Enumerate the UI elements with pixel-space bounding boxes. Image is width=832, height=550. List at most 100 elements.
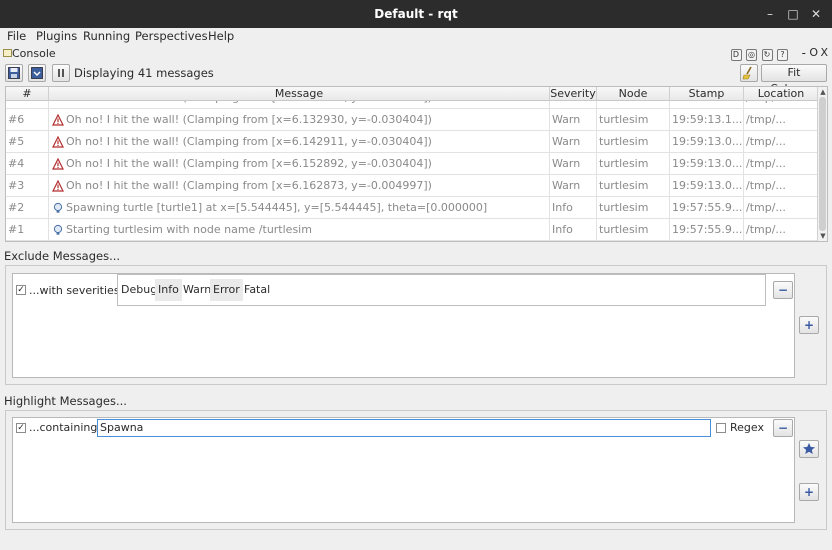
- save-button[interactable]: [5, 64, 23, 82]
- row-node: turtlesim: [597, 109, 670, 131]
- row-message: Oh no! I hit the wall! (Clamping from [x…: [49, 131, 550, 153]
- row-id: #5: [6, 131, 49, 153]
- maximize-button[interactable]: □: [785, 6, 801, 22]
- highlight-containing-checkbox[interactable]: ✓: [16, 423, 26, 433]
- row-stamp: 19:59:13.1...: [670, 101, 744, 109]
- column-header-severity[interactable]: Severity: [550, 87, 597, 101]
- menu-help[interactable]: Help: [208, 29, 234, 43]
- table-body: Oh no! I hit the wall! (Clamping from [x…: [6, 101, 818, 241]
- severity-option-info[interactable]: Info: [155, 279, 182, 301]
- row-node: turtlesim: [597, 153, 670, 175]
- close-window-button[interactable]: ✕: [808, 6, 824, 22]
- help-icon[interactable]: ?: [777, 49, 788, 61]
- severity-option-fatal[interactable]: Fatal: [241, 279, 273, 301]
- regex-checkbox[interactable]: [716, 423, 726, 433]
- row-node: turtlesim: [597, 131, 670, 153]
- menu-running[interactable]: Running: [83, 29, 130, 43]
- row-severity: Warn: [550, 175, 597, 197]
- row-message: Oh no! I hit the wall! (Clamping from [x…: [49, 175, 550, 197]
- row-message-text: Starting turtlesim with node name /turtl…: [66, 223, 312, 236]
- severity-option-debug[interactable]: Debug: [118, 279, 160, 301]
- row-location: /tmp/...: [746, 179, 786, 192]
- menu-perspectives[interactable]: Perspectives: [135, 29, 208, 43]
- help-d-icon[interactable]: D: [730, 49, 742, 61]
- minimize-plugin-button[interactable]: -: [802, 46, 806, 60]
- table-row[interactable]: #6 Oh no! I hit the wall! (Clamping from…: [6, 109, 818, 131]
- table-row[interactable]: #5 Oh no! I hit the wall! (Clamping from…: [6, 131, 818, 153]
- float-plugin-button[interactable]: O: [809, 46, 818, 59]
- info-bulb-icon: [53, 224, 63, 235]
- exclude-filter-list: ✓ ...with severities: Debug Info Warn Er…: [12, 273, 795, 378]
- clear-button[interactable]: [740, 64, 758, 82]
- row-stamp: 19:59:13.0...: [670, 131, 744, 153]
- row-location: /tmp/...: [746, 157, 786, 170]
- highlight-section-title: Highlight Messages...: [4, 394, 127, 408]
- load-button[interactable]: [28, 64, 46, 82]
- table-row[interactable]: Oh no! I hit the wall! (Clamping from [x…: [6, 101, 818, 109]
- menu-bar: File Plugins Running Perspectives Help: [0, 28, 832, 45]
- row-id: #6: [6, 109, 49, 131]
- row-location: /tmp/...: [746, 135, 786, 148]
- scroll-up-arrow-icon[interactable]: ▲: [819, 88, 827, 96]
- row-stamp: 19:57:55.9...: [670, 219, 744, 241]
- message-count-label: Displaying 41 messages: [74, 66, 214, 80]
- warning-icon: [52, 158, 64, 170]
- highlight-text-input[interactable]: Spawna: [97, 419, 711, 437]
- table-row[interactable]: #2 Spawning turtle [turtle1] at x=[5.544…: [6, 197, 818, 219]
- pause-button[interactable]: [52, 64, 70, 82]
- row-message-text: Oh no! I hit the wall! (Clamping from [x…: [66, 179, 432, 192]
- row-location: /tmp/...: [746, 113, 786, 126]
- row-message: Starting turtlesim with node name /turtl…: [49, 219, 550, 241]
- row-id: #3: [6, 175, 49, 197]
- row-stamp: 19:59:13.0...: [670, 153, 744, 175]
- table-scrollbar[interactable]: ▲ ▼: [817, 87, 827, 241]
- minimize-button[interactable]: –: [762, 6, 778, 22]
- add-exclude-filter-button[interactable]: +: [799, 316, 819, 334]
- fit-columns-button[interactable]: Fit Columns: [761, 64, 827, 95]
- console-header: Console D ◎ ↻ ? - O X: [0, 46, 832, 62]
- table-row[interactable]: #4 Oh no! I hit the wall! (Clamping from…: [6, 153, 818, 175]
- highlight-group: ✓ ...containing: Spawna Regex − +: [5, 410, 827, 530]
- reload-icon[interactable]: ↻: [761, 49, 773, 61]
- scrollbar-thumb[interactable]: [819, 97, 826, 231]
- column-header-message[interactable]: Message: [49, 87, 550, 101]
- row-message-text: Oh no! I hit the wall! (Clamping from [x…: [66, 135, 432, 148]
- menu-file[interactable]: File: [7, 29, 26, 43]
- exclude-severity-checkbox[interactable]: ✓: [16, 285, 26, 295]
- remove-highlight-filter-button[interactable]: −: [773, 419, 793, 437]
- row-location: /tmp/...: [744, 101, 818, 109]
- exclude-severity-label: ...with severities:: [29, 284, 124, 297]
- column-header-id[interactable]: #: [6, 87, 49, 101]
- column-header-node[interactable]: Node: [597, 87, 670, 101]
- severity-selector[interactable]: Debug Info Warn Error Fatal: [117, 274, 766, 306]
- window-title: Default - rqt: [374, 7, 458, 21]
- row-node: turtlesim: [597, 219, 670, 241]
- floppy-disk-icon: [8, 67, 20, 79]
- row-node: turtlesim: [597, 101, 670, 109]
- pause-icon: [58, 69, 64, 77]
- highlight-options-button[interactable]: [799, 440, 819, 458]
- row-id: [6, 101, 49, 109]
- row-severity: Warn: [550, 131, 597, 153]
- remove-exclude-filter-button[interactable]: −: [773, 281, 793, 299]
- row-severity: Info: [550, 219, 597, 241]
- star-icon: [803, 443, 815, 454]
- row-node: turtlesim: [597, 175, 670, 197]
- severity-option-error[interactable]: Error: [210, 279, 243, 301]
- row-stamp: 19:59:13.1...: [670, 109, 744, 131]
- scroll-down-arrow-icon[interactable]: ▼: [819, 232, 827, 240]
- row-id: #1: [6, 219, 49, 241]
- table-row[interactable]: #1 Starting turtlesim with node name /tu…: [6, 219, 818, 241]
- row-message-text: Spawning turtle [turtle1] at x=[5.544445…: [66, 201, 488, 214]
- column-header-location[interactable]: Location: [744, 87, 818, 101]
- settings-icon[interactable]: ◎: [746, 49, 757, 61]
- close-plugin-button[interactable]: X: [820, 46, 828, 59]
- regex-label: Regex: [730, 421, 764, 434]
- column-header-stamp[interactable]: Stamp: [670, 87, 744, 101]
- add-highlight-filter-button[interactable]: +: [799, 483, 819, 501]
- row-id: #2: [6, 197, 49, 219]
- table-row[interactable]: #3 Oh no! I hit the wall! (Clamping from…: [6, 175, 818, 197]
- menu-plugins[interactable]: Plugins: [36, 29, 77, 43]
- row-location: /tmp/...: [746, 201, 786, 214]
- row-severity: Warn: [550, 109, 597, 131]
